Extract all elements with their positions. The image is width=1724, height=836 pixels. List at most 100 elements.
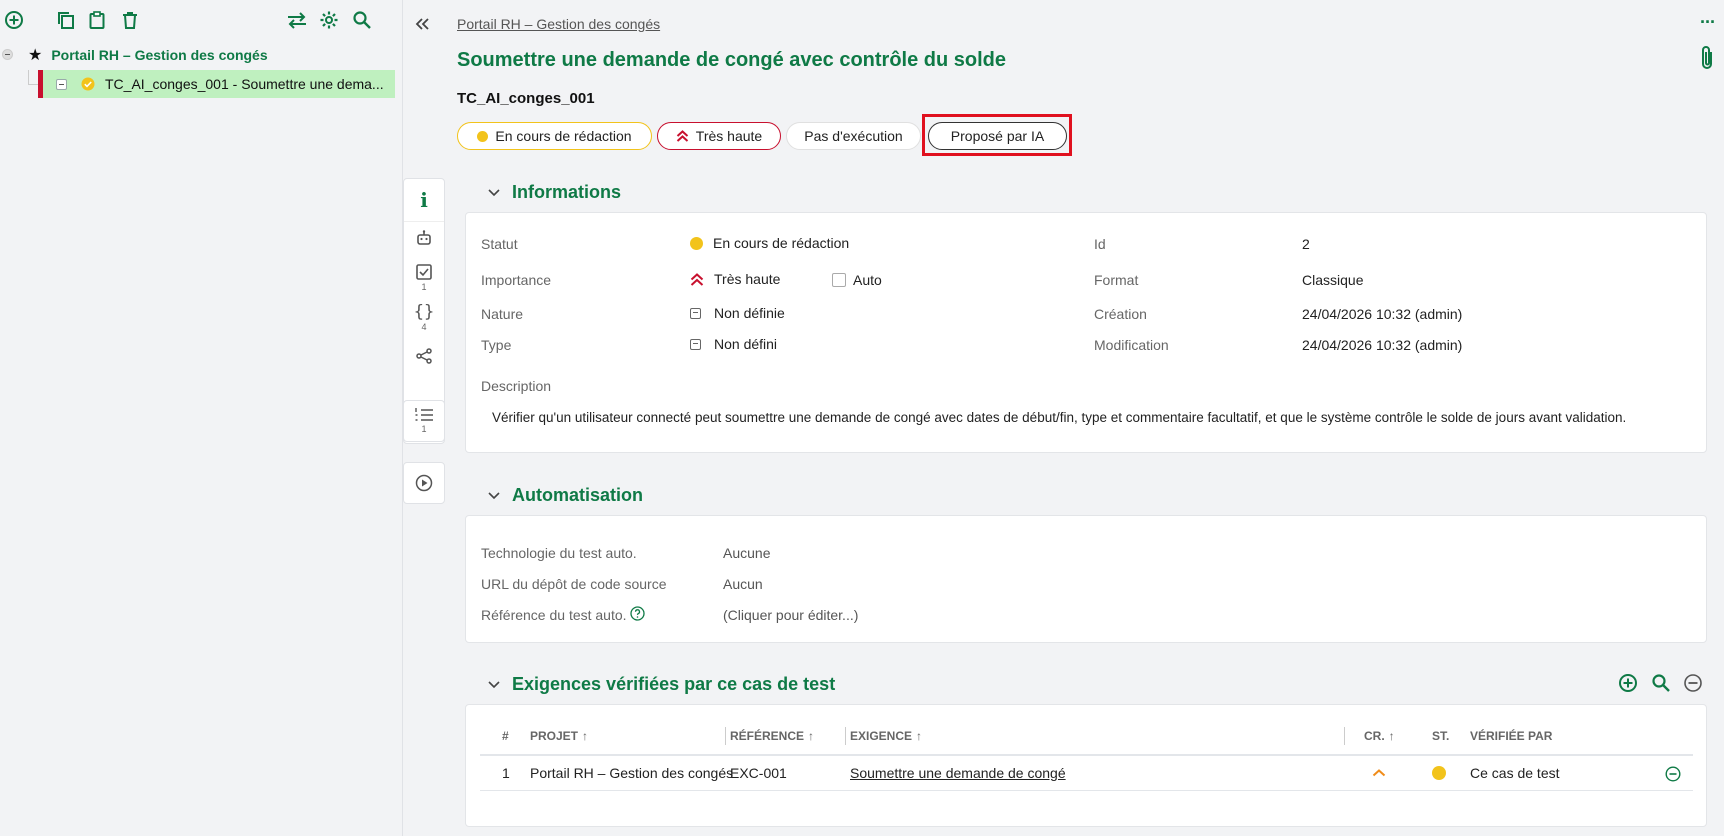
trash-icon[interactable] — [119, 9, 141, 31]
col-exigence[interactable]: EXIGENCE ↑ — [850, 729, 922, 743]
col-verifiee[interactable]: VÉRIFIÉE PAR — [1470, 729, 1552, 743]
col-projet[interactable]: PROJET ↑ — [530, 729, 588, 743]
tree-testcase-node[interactable]: TC_AI_conges_001 - Soumettre une dema... — [38, 70, 395, 98]
chevron-down-icon — [488, 188, 500, 196]
url-label: URL du dépôt de code source — [481, 576, 667, 592]
automatisation-header[interactable]: Automatisation — [488, 485, 643, 506]
numbered-list-icon — [414, 407, 434, 423]
informations-title: Informations — [512, 182, 622, 202]
testcase-collapse-icon[interactable] — [56, 78, 67, 90]
importance-badge-label: Très haute — [695, 128, 763, 144]
nature-value[interactable]: Non définie — [690, 305, 785, 321]
rail-info-button[interactable]: i — [404, 179, 444, 222]
importance-badge[interactable]: Très haute — [657, 122, 781, 150]
type-label: Type — [481, 337, 512, 353]
sort-arrow-icon: ↑ — [582, 729, 589, 743]
statut-value[interactable]: En cours de rédaction — [690, 235, 849, 251]
id-label: Id — [1094, 236, 1106, 252]
add-circle-icon[interactable] — [3, 9, 25, 31]
description-value[interactable]: Vérifier qu'un utilisateur connecté peut… — [492, 410, 1702, 425]
format-label: Format — [1094, 272, 1139, 288]
status-check-icon — [81, 77, 95, 91]
col-divider — [725, 727, 726, 745]
status-dot-icon — [690, 236, 703, 250]
status-badge[interactable]: En cours de rédaction — [457, 122, 652, 150]
col-cr[interactable]: CR. ↑ — [1364, 729, 1395, 743]
requirements-count: 1 — [421, 282, 427, 292]
exigences-header[interactable]: Exigences vérifiées par ce cas de test — [488, 674, 835, 695]
copy-icon[interactable] — [55, 9, 77, 31]
parameters-count: 4 — [421, 322, 427, 332]
paste-icon[interactable] — [86, 9, 108, 31]
project-collapse-toggle[interactable] — [2, 49, 13, 60]
info-icon: i — [420, 188, 428, 212]
rail-automation-button[interactable] — [404, 229, 444, 247]
side-rail-executions — [403, 462, 445, 504]
transfer-icon[interactable] — [286, 9, 308, 31]
row-projet: Portail RH – Gestion des congés — [530, 765, 734, 781]
automatisation-title: Automatisation — [512, 485, 644, 505]
tree-testcase-label: TC_AI_conges_001 - Soumettre une dema... — [105, 76, 384, 92]
tech-value[interactable]: Aucune — [723, 545, 770, 561]
creation-value: 24/04/2026 10:32 (admin) — [1302, 306, 1463, 322]
rail-steps-button[interactable]: 1 — [404, 407, 444, 434]
format-value[interactable]: Classique — [1302, 272, 1363, 288]
col-st[interactable]: ST. — [1432, 729, 1449, 743]
informations-header[interactable]: Informations — [488, 182, 621, 203]
col-num: # — [502, 729, 509, 743]
play-circle-icon — [415, 474, 433, 492]
collapse-panel-icon[interactable] — [413, 15, 431, 33]
steps-count: 1 — [421, 424, 427, 434]
row-exigence-link[interactable]: Soumettre une demande de congé — [850, 765, 1066, 781]
rail-parameters-button[interactable]: {} 4 — [404, 303, 444, 332]
rail-requirements-button[interactable]: 1 — [404, 263, 444, 292]
double-chevron-up-icon — [690, 272, 704, 286]
page-title: Soumettre une demande de congé avec cont… — [457, 49, 1007, 71]
undefined-icon — [690, 307, 701, 319]
more-actions-icon[interactable]: ··· — [1700, 12, 1716, 33]
automatisation-card: Technologie du test auto. Aucune URL du … — [465, 515, 1707, 643]
ai-badge-label: Proposé par IA — [950, 128, 1045, 144]
status-dot-icon — [1432, 766, 1446, 780]
informations-card: Statut En cours de rédaction Importance … — [465, 212, 1707, 453]
remove-requirement-icon[interactable] — [1683, 673, 1703, 693]
rail-share-button[interactable] — [404, 347, 444, 365]
ref-label: Référence du test auto. — [481, 607, 627, 623]
modification-value: 24/04/2026 10:32 (admin) — [1302, 337, 1463, 353]
remove-row-icon[interactable] — [1665, 766, 1681, 782]
checkbox-icon — [832, 273, 846, 287]
nature-label: Nature — [481, 306, 524, 322]
type-value[interactable]: Non défini — [690, 336, 777, 352]
tree-connector — [28, 70, 29, 84]
col-divider — [1344, 727, 1345, 745]
auto-checkbox[interactable]: Auto — [832, 272, 882, 288]
chevron-down-icon — [488, 491, 500, 499]
search-requirement-icon[interactable] — [1651, 673, 1671, 693]
sort-arrow-icon: ↑ — [1388, 729, 1395, 743]
ai-proposed-badge[interactable]: Proposé par IA — [928, 122, 1067, 150]
undefined-icon — [690, 338, 701, 350]
double-chevron-up-icon — [676, 130, 689, 142]
ref-value[interactable]: (Cliquer pour éditer...) — [723, 607, 858, 623]
execution-badge-label: Pas d'exécution — [804, 128, 903, 144]
execution-badge[interactable]: Pas d'exécution — [786, 122, 921, 150]
search-icon[interactable] — [351, 9, 373, 31]
sort-arrow-icon: ↑ — [808, 729, 815, 743]
help-icon[interactable] — [630, 606, 645, 621]
modification-label: Modification — [1094, 337, 1169, 353]
col-reference[interactable]: RÉFÉRENCE ↑ — [730, 729, 814, 743]
importance-value[interactable]: Très haute — [690, 271, 780, 287]
rail-execution-button[interactable] — [404, 474, 444, 492]
id-value: 2 — [1302, 236, 1310, 252]
sort-arrow-icon: ↑ — [916, 729, 923, 743]
star-icon: ★ — [28, 47, 43, 64]
breadcrumb[interactable]: Portail RH – Gestion des congés — [457, 16, 660, 32]
attachment-icon[interactable] — [1697, 45, 1717, 71]
add-requirement-icon[interactable] — [1618, 673, 1638, 693]
tree-project-node[interactable]: ★ Portail RH – Gestion des congés — [28, 43, 268, 67]
description-label: Description — [481, 378, 552, 394]
gear-icon[interactable] — [318, 9, 340, 31]
side-rail-steps: 1 — [403, 400, 445, 442]
status-dot-icon — [477, 130, 489, 142]
url-value[interactable]: Aucun — [723, 576, 763, 592]
